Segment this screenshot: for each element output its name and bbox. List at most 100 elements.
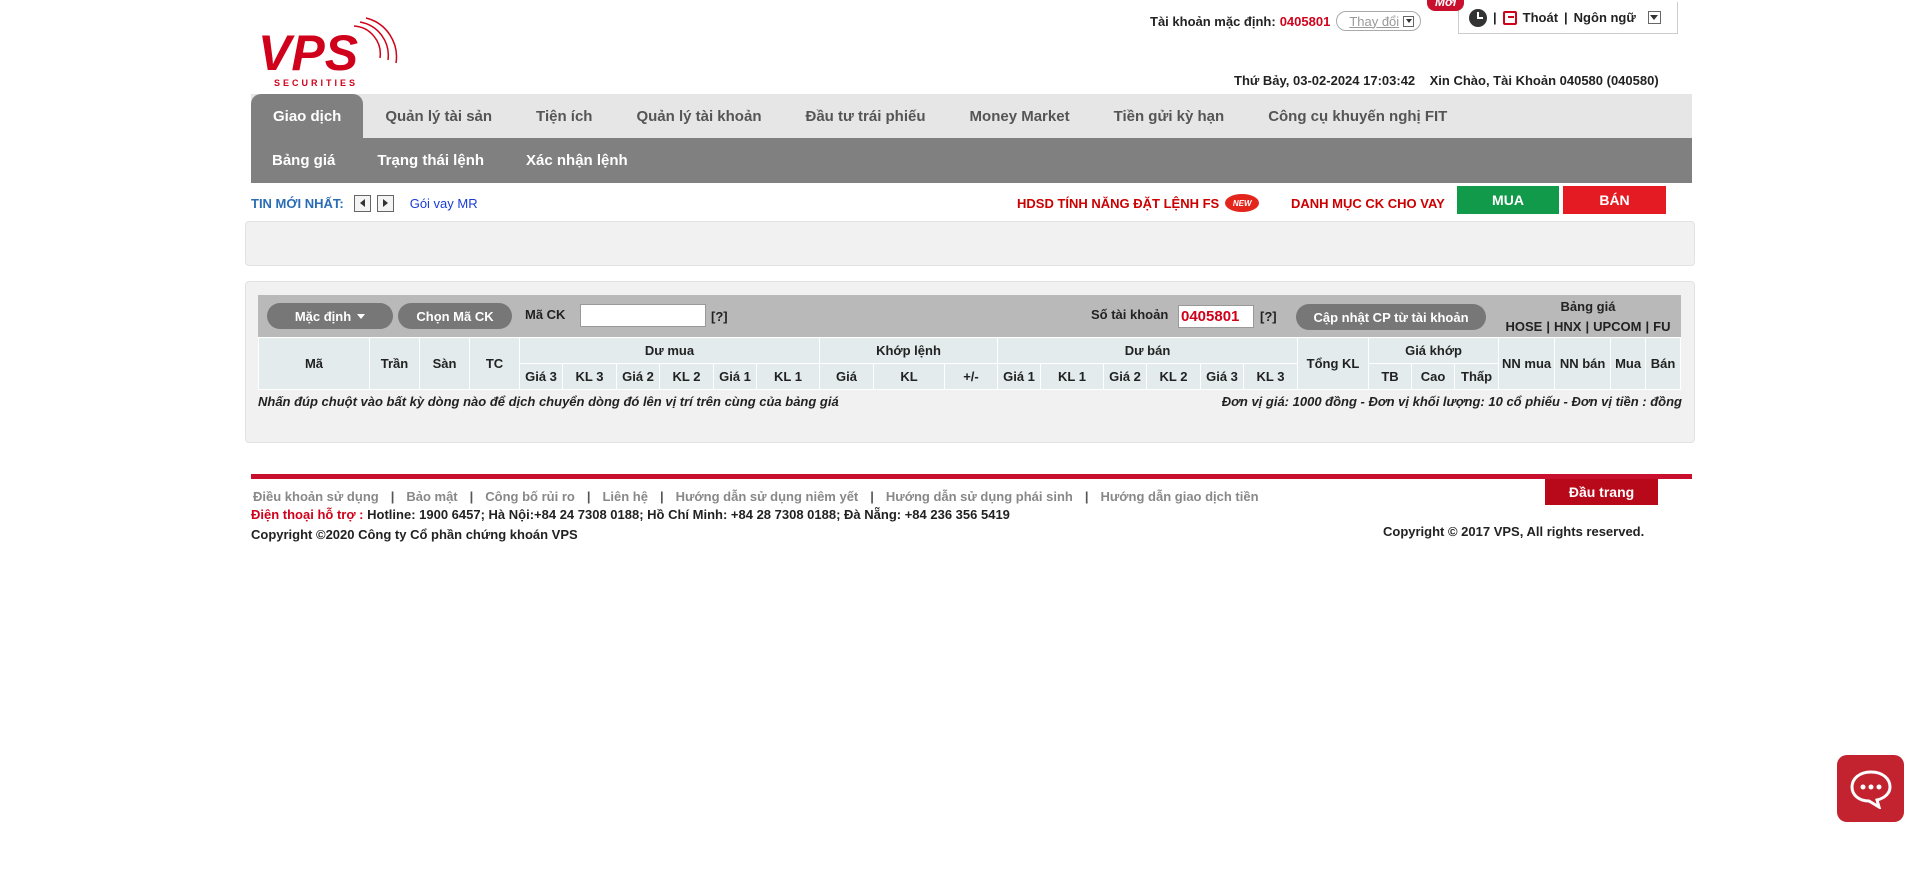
default-account-bar: Tài khoản mặc định: 0405801 Thay đổi xyxy=(1150,10,1422,32)
col-khop-kl: KL xyxy=(873,363,945,390)
support-label: Điện thoại hỗ trợ : xyxy=(251,507,364,522)
exchange-hnx[interactable]: HNX xyxy=(1554,317,1581,337)
footer-link-guide-derivatives[interactable]: Hướng dẫn sử dụng phái sinh xyxy=(886,489,1073,504)
tab-quan-ly-tai-san[interactable]: Quản lý tài sản xyxy=(363,94,514,138)
change-account-button[interactable]: Thay đổi xyxy=(1336,11,1422,31)
code-input[interactable] xyxy=(580,304,706,327)
col-du-mua-gia2: Giá 2 xyxy=(616,363,660,390)
chevron-left-icon[interactable] xyxy=(353,194,371,212)
account-label: Số tài khoản xyxy=(1091,307,1169,322)
footer-link-guide-cash[interactable]: Hướng dẫn giao dịch tiền xyxy=(1101,489,1259,504)
datetime-greeting: Thứ Bảy, 03-02-2024 17:03:42 Xin Chào, T… xyxy=(1234,73,1659,88)
col-gia-khop-tb: TB xyxy=(1368,363,1413,390)
account-help-link[interactable]: [?] xyxy=(1260,309,1277,324)
exchange-hose[interactable]: HOSE xyxy=(1506,317,1543,337)
logo-tagline: SECURITIES xyxy=(274,78,358,88)
board-hint: Nhấn đúp chuột vào bất kỳ dòng nào để dị… xyxy=(258,394,839,409)
new-icon: NEW xyxy=(1225,194,1260,212)
clock-icon[interactable] xyxy=(1469,8,1487,27)
col-tc: TC xyxy=(469,337,520,390)
col-tran: Trần xyxy=(369,337,420,390)
col-khop-gia: Giá xyxy=(819,363,874,390)
hdsd-label: HDSD TÍNH NĂNG ĐẶT LỆNH FS xyxy=(1017,195,1220,211)
tab-giao-dich[interactable]: Giao dịch xyxy=(251,94,364,138)
change-account-label: Thay đổi xyxy=(1349,13,1400,29)
footer-link-guide-listed[interactable]: Hướng dẫn sử dụng niêm yết xyxy=(676,489,859,504)
vps-logo[interactable]: VPS SECURITIES xyxy=(256,8,406,88)
language-link[interactable]: Ngôn ngữ xyxy=(1574,10,1636,25)
choose-code-button[interactable]: Chọn Mã CK xyxy=(398,303,512,329)
support-hotline: Điện thoại hỗ trợ : Hotline: 1900 6457; … xyxy=(251,507,1010,522)
tab-money-market[interactable]: Money Market xyxy=(948,94,1092,138)
copyright-left: Copyright ©2020 Công ty Cổ phần chứng kh… xyxy=(251,527,578,542)
code-label: Mã CK xyxy=(525,307,566,322)
footer-link-risk[interactable]: Công bố rủi ro xyxy=(485,489,575,504)
datetime: Thứ Bảy, 03-02-2024 17:03:42 xyxy=(1234,73,1416,88)
board-units: Đơn vị giá: 1000 đồng - Đơn vị khối lượn… xyxy=(1221,394,1682,409)
chevron-down-icon[interactable] xyxy=(1647,11,1661,24)
col-du-mua-gia3: Giá 3 xyxy=(519,363,563,390)
tab-quan-ly-tai-khoan[interactable]: Quản lý tài khoản xyxy=(614,94,783,138)
news-bar: TIN MỚI NHẤT: Gói vay MR HDSD TÍNH NĂNG … xyxy=(251,186,1692,215)
tab-dau-tu-trai-phieu[interactable]: Đầu tư trái phiếu xyxy=(783,94,947,138)
col-mua: Mua xyxy=(1610,337,1647,390)
tab-tien-ich[interactable]: Tiện ích xyxy=(514,94,614,138)
buy-button[interactable]: MUA xyxy=(1457,186,1559,214)
hdsd-link[interactable]: HDSD TÍNH NĂNG ĐẶT LỆNH FS NEW xyxy=(1017,191,1260,215)
col-du-ban-kl1: KL 1 xyxy=(1040,363,1104,390)
update-from-account-button[interactable]: Cập nhật CP từ tài khoản xyxy=(1296,304,1486,330)
chevron-right-icon[interactable] xyxy=(376,194,394,212)
footer-divider xyxy=(251,474,1692,479)
news-link[interactable]: Gói vay MR xyxy=(410,196,478,211)
col-gia-khop-cao: Cao xyxy=(1411,363,1456,390)
col-gia-khop-thap: Thấp xyxy=(1454,363,1500,390)
logout-icon[interactable] xyxy=(1502,10,1517,25)
news-ticker xyxy=(245,221,1695,266)
back-to-top-button[interactable]: Đầu trang xyxy=(1545,479,1658,505)
col-du-ban-gia2: Giá 2 xyxy=(1103,363,1147,390)
col-du-mua: Dư mua xyxy=(519,337,820,364)
tab-tien-gui-ky-han[interactable]: Tiền gửi kỳ hạn xyxy=(1092,94,1247,138)
default-account-number: 0405801 xyxy=(1279,13,1331,29)
col-ma: Mã xyxy=(258,337,370,390)
col-du-mua-kl1: KL 1 xyxy=(756,363,820,390)
sell-button[interactable]: BÁN xyxy=(1563,186,1666,214)
subtab-bang-gia[interactable]: Bảng giá xyxy=(251,152,356,169)
greeting: Xin Chào, Tài Khoản 040580 (040580) xyxy=(1429,73,1659,88)
col-san: Sàn xyxy=(419,337,470,390)
col-du-ban-gia3: Giá 3 xyxy=(1200,363,1244,390)
sub-nav: Bảng giá Trạng thái lệnh Xác nhận lệnh xyxy=(251,138,1692,183)
help-link[interactable]: [?] xyxy=(711,309,728,324)
default-account-label: Tài khoản mặc định: xyxy=(1150,13,1276,29)
footer-link-privacy[interactable]: Bảo mật xyxy=(406,489,457,504)
account-input[interactable]: 0405801 xyxy=(1178,305,1254,328)
chat-icon xyxy=(1849,769,1892,809)
default-view-label: Mặc định xyxy=(294,308,352,324)
col-ban: Bán xyxy=(1645,337,1682,390)
col-du-mua-kl3: KL 3 xyxy=(562,363,617,390)
col-du-ban-kl2: KL 2 xyxy=(1146,363,1201,390)
exchange-selector: Bảng giá HOSE | HNX | UPCOM | FU xyxy=(1499,297,1677,337)
exchange-upcom[interactable]: UPCOM xyxy=(1593,317,1641,337)
col-khop-change: +/- xyxy=(944,363,998,390)
col-du-mua-gia1: Giá 1 xyxy=(713,363,757,390)
support-text: Hotline: 1900 6457; Hà Nội:+84 24 7308 0… xyxy=(367,507,1010,522)
chat-button[interactable] xyxy=(1837,755,1904,822)
price-board-label: Bảng giá xyxy=(1560,299,1616,314)
chevron-down-icon xyxy=(1403,15,1415,27)
col-khop-lenh: Khớp lệnh xyxy=(819,337,998,364)
tab-cong-cu-fit[interactable]: Công cụ khuyến nghị FIT xyxy=(1246,94,1469,138)
subtab-trang-thai-lenh[interactable]: Trạng thái lệnh xyxy=(356,152,505,169)
subtab-xac-nhan-lenh[interactable]: Xác nhận lệnh xyxy=(505,152,649,169)
col-du-ban-gia1: Giá 1 xyxy=(997,363,1041,390)
col-du-ban: Dư bán xyxy=(996,337,1299,364)
footer-link-terms[interactable]: Điều khoản sử dụng xyxy=(253,489,379,504)
danh-muc-link[interactable]: DANH MỤC CK CHO VAY xyxy=(1291,191,1445,215)
col-nn-ban: NN bán xyxy=(1554,337,1612,390)
footer-link-contact[interactable]: Liên hệ xyxy=(602,489,648,504)
exchange-fu[interactable]: FU xyxy=(1653,317,1670,337)
col-tong-kl: Tổng KL xyxy=(1297,337,1370,390)
logout-link[interactable]: Thoát xyxy=(1523,10,1558,25)
default-view-button[interactable]: Mặc định xyxy=(267,303,393,329)
board-toolbar: Mặc định Chọn Mã CK Mã CK [?] Số tài kho… xyxy=(258,295,1681,337)
